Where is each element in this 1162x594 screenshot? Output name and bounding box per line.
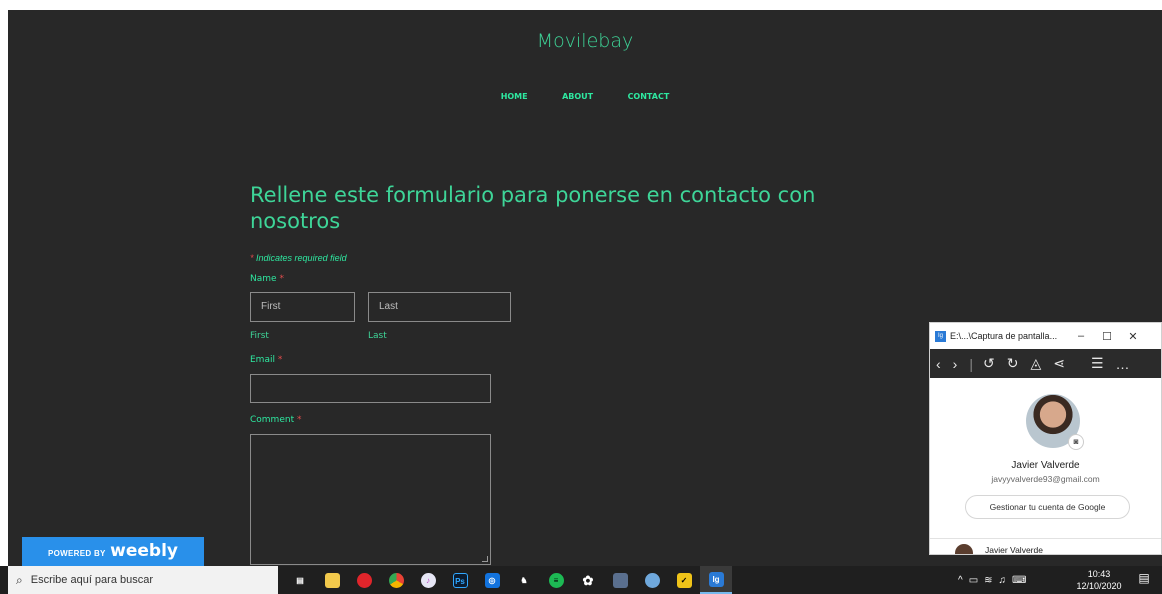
clock-time: 10:43 (1087, 569, 1111, 579)
screenshot-content: ◙ Javier Valverde javyyvalverde93@gmail.… (930, 378, 1161, 555)
search-placeholder: Escribe aquí para buscar (30, 574, 154, 586)
taskbar-search[interactable]: ⌕ Escribe aquí para buscar (8, 566, 278, 594)
form-heading: Rellene este formulario para ponerse en … (250, 183, 816, 233)
required-note-text: Indicates required field (256, 253, 347, 263)
system-tray: ^ ▭ ≋ ♫ ⌨ (958, 566, 1032, 594)
notification-icon[interactable]: ▤ (1136, 571, 1152, 589)
itunes-icon[interactable]: ♪ (412, 566, 444, 594)
inkscape-icon[interactable]: ♞ (508, 566, 540, 594)
main-nav: HOME ABOUT CONTACT (8, 86, 1162, 104)
maximize-icon[interactable]: ☐ (1094, 330, 1120, 343)
last-name-input[interactable]: Last (368, 292, 511, 322)
account-list-item: Javier Valverde (985, 545, 1043, 555)
last-sublabel: Last (368, 331, 387, 341)
email-label: Email * (250, 355, 282, 365)
window-titlebar[interactable]: Ig E:\...\Captura de pantalla... – ☐ ✕ (930, 323, 1161, 349)
toolbar-divider: | (969, 355, 973, 372)
battery-icon[interactable]: ▭ (969, 575, 978, 586)
photo-viewer-window: Ig E:\...\Captura de pantalla... – ☐ ✕ ‹… (929, 322, 1162, 555)
name-required-asterisk: * (279, 274, 284, 284)
manage-account-button: Gestionar tu cuenta de Google (965, 495, 1130, 519)
mini-avatar (955, 544, 973, 554)
opera-icon[interactable] (348, 566, 380, 594)
taskbar-apps: ▤ ♪ Ps ◎ ♞ ≡ ✿ ✓ Ig (284, 566, 732, 594)
name-label-text: Name (250, 274, 277, 284)
task-view-icon[interactable]: ▤ (284, 566, 316, 594)
camera-app-icon[interactable]: ◎ (476, 566, 508, 594)
account-name: Javier Valverde (1011, 460, 1080, 471)
account-email: javyyvalverde93@gmail.com (991, 474, 1100, 484)
rotate-right-icon[interactable]: ↻ (1007, 355, 1019, 372)
image-viewer-taskbar-icon[interactable]: Ig (700, 566, 732, 594)
first-name-input[interactable]: First (250, 292, 355, 322)
wifi-icon[interactable]: ≋ (984, 575, 992, 586)
next-icon[interactable]: › (953, 356, 958, 372)
windows-taskbar: ⌕ Escribe aquí para buscar ▤ ♪ Ps ◎ ♞ ≡ … (0, 566, 1162, 594)
taskbar-clock[interactable]: 10:43 12/10/2020 (1068, 568, 1130, 592)
email-input[interactable] (250, 374, 491, 403)
comment-label: Comment * (250, 415, 301, 425)
email-required-asterisk: * (277, 355, 283, 365)
email-label-text: Email (250, 355, 275, 365)
comment-textarea[interactable] (250, 434, 491, 565)
divider (930, 538, 1161, 539)
generic-app-icon[interactable] (604, 566, 636, 594)
minimize-icon[interactable]: – (1068, 330, 1094, 342)
file-explorer-icon[interactable] (316, 566, 348, 594)
camera-icon: ◙ (1068, 434, 1084, 450)
chevron-up-icon[interactable]: ^ (958, 575, 963, 586)
keyboard-icon[interactable]: ⌨ (1012, 575, 1026, 586)
powered-by-text: POWERED BY (48, 549, 106, 558)
comment-label-text: Comment (250, 415, 295, 425)
site-title[interactable]: Movilebay (8, 30, 1162, 52)
nav-home[interactable]: HOME (501, 92, 528, 101)
resize-handle-icon[interactable] (482, 556, 488, 562)
required-asterisk: * (250, 253, 254, 263)
menu-icon[interactable]: ☰ (1091, 355, 1104, 372)
search-icon: ⌕ (16, 572, 23, 587)
spotify-icon[interactable]: ≡ (540, 566, 572, 594)
rotate-left-icon[interactable]: ↺ (983, 355, 995, 372)
share-icon[interactable]: ⋖ (1053, 355, 1065, 372)
flip-icon[interactable]: ◬ (1030, 355, 1041, 372)
chrome-icon[interactable] (380, 566, 412, 594)
close-icon[interactable]: ✕ (1120, 330, 1146, 343)
clock-date: 12/10/2020 (1076, 581, 1122, 591)
volume-icon[interactable]: ♫ (999, 575, 1007, 586)
more-icon[interactable]: … (1116, 356, 1130, 372)
window-title: E:\...\Captura de pantalla... (950, 331, 1058, 341)
comment-required-asterisk: * (296, 415, 302, 425)
app-icon: Ig (935, 330, 946, 342)
prev-icon[interactable]: ‹ (936, 356, 941, 372)
viewer-toolbar: ‹ › | ↺ ↻ ◬ ⋖ ☰ … (930, 349, 1161, 378)
nav-about[interactable]: ABOUT (562, 92, 593, 101)
first-sublabel: First (250, 331, 269, 341)
norton-icon[interactable]: ✓ (668, 566, 700, 594)
required-note: * Indicates required field (250, 253, 347, 263)
photoshop-icon[interactable]: Ps (444, 566, 476, 594)
shield-app-icon[interactable] (636, 566, 668, 594)
weebly-logo: weebly (110, 541, 178, 561)
settings-gear-icon[interactable]: ✿ (572, 566, 604, 594)
name-label: Name * (250, 274, 284, 284)
weebly-badge[interactable]: POWERED BY weebly (22, 537, 204, 566)
nav-contact[interactable]: CONTACT (628, 92, 670, 101)
